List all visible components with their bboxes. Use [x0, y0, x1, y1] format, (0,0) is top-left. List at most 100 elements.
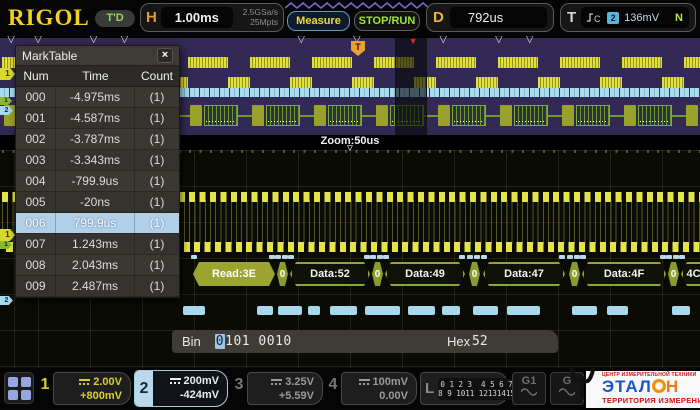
decode-frame-separator[interactable]: 0	[569, 262, 580, 286]
ch2-tick	[580, 255, 586, 259]
decode-frame-data[interactable]: Data:49	[385, 262, 465, 286]
ch1-burst-low	[476, 77, 498, 88]
bus-frame-burst	[452, 105, 486, 126]
bus-frame-lead	[686, 105, 698, 126]
mark-table-cell: 799.9us	[56, 213, 135, 234]
oscilloscope-screen: ▽▽▽▽▽▽▼▽▽▽ T Zoom:50us ▽ Read:3E0Data:52…	[0, 0, 700, 410]
mark-table-cell: (1)	[135, 276, 179, 297]
record-wave-icon	[285, 1, 433, 10]
mark-table-dialog: MarkTable × NumTimeCount 000-4.975ms(1)0…	[15, 45, 180, 298]
ch2-tick	[666, 255, 672, 259]
stop-run-button[interactable]: STOP/RUN	[354, 11, 420, 31]
bus-idle-line	[548, 115, 562, 117]
ch2-status-button[interactable]: 2 200mV -424mV	[134, 370, 228, 407]
trigger-menu-button[interactable]: T C 2 136mV N	[560, 3, 696, 32]
la-label: L	[425, 380, 434, 397]
trigger-info: C 2 136mV N	[581, 7, 689, 28]
horizontal-timebase-button[interactable]: H 1.00ms 2.5GSa/s25Mpts	[140, 3, 284, 32]
decode-frame-read[interactable]: Read:3E	[193, 262, 275, 286]
decode-frame-data[interactable]: Data:4F	[582, 262, 666, 286]
ch2-data-pulse	[442, 306, 460, 315]
ch1-burst-high	[188, 57, 228, 68]
etalon-watermark: ЦЕНТР ИЗМЕРИТЕЛЬНОЙ ТЕХНИКИ ЭТАЛН ТЕРРИТ…	[568, 368, 700, 410]
ch1-burst-low	[352, 77, 374, 88]
measure-button[interactable]: Measure	[287, 11, 350, 31]
ch2-tick	[288, 255, 294, 259]
ch1-burst-high	[684, 57, 700, 68]
mark-table-cell: (1)	[135, 171, 179, 192]
ch3-number: 3	[232, 376, 246, 394]
mark-table-row[interactable]: 004-799.9us(1)	[16, 171, 179, 192]
mark-table-row[interactable]: 005-20ns(1)	[16, 192, 179, 213]
logic-analyzer-button[interactable]: L 0 1 2 3 4 5 6 78 9 1011 12131415	[420, 372, 508, 405]
generator1-button[interactable]: G1	[512, 372, 546, 405]
decode-frame-separator[interactable]: 0	[668, 262, 679, 286]
mark-table-cell: (1)	[135, 150, 179, 171]
bin-cursor[interactable]: 0	[215, 334, 225, 349]
mark-table-cell: 009	[16, 276, 56, 297]
bus-idle-line	[610, 115, 624, 117]
mark-table-column-header: Count	[135, 69, 179, 83]
mark-table-cell: 000	[16, 87, 56, 108]
mark-table-cell: (1)	[135, 108, 179, 129]
decode-frame-separator[interactable]: 0	[469, 262, 480, 286]
mark-table-row[interactable]: 002-3.787ms(1)	[16, 129, 179, 150]
ch2-values: 200mV -424mV	[153, 371, 227, 406]
ch2-data-pulse	[330, 306, 357, 315]
ch1-number: 1	[38, 376, 52, 394]
ch2-data-pulse	[257, 306, 273, 315]
grid-squares-icon[interactable]	[4, 372, 34, 404]
bus-frame-lead	[562, 105, 574, 126]
mark-table-column-header: Num	[16, 69, 56, 83]
mark-table-row[interactable]: 003-3.343ms(1)	[16, 150, 179, 171]
globe-icon	[652, 379, 666, 393]
bus-idle-line	[486, 115, 500, 117]
dc-coupling-icon	[271, 379, 282, 385]
bus-frame-burst	[328, 105, 362, 126]
decode-frame-data[interactable]: Data:52	[290, 262, 370, 286]
mark-table-row[interactable]: 0082.043ms(1)	[16, 255, 179, 276]
mark-table-cell: (1)	[135, 234, 179, 255]
mark-table-cell: 004	[16, 171, 56, 192]
zoom-window-region[interactable]	[395, 38, 427, 135]
decode-frame-separator[interactable]: 0	[372, 262, 383, 286]
bus-idle-line	[672, 115, 686, 117]
ch2-data-pulse	[365, 306, 400, 315]
ch2-data-pulse	[507, 306, 540, 315]
trigger-level-value: 136mV	[624, 12, 659, 24]
mark-table-row[interactable]: 006799.9us(1)	[16, 213, 179, 234]
ch1-burst-high	[312, 57, 352, 68]
mark-table-cell: 002	[16, 129, 56, 150]
la-channel-numbers: 0 1 2 3 4 5 6 78 9 1011 12131415	[438, 378, 515, 400]
decode-frame-data[interactable]: Data:47	[483, 262, 565, 286]
bin-value: 0101 0010	[215, 334, 292, 349]
decode-frame-separator[interactable]: 0	[277, 262, 288, 286]
bus-frame-lead	[438, 105, 450, 126]
mark-table-row[interactable]: 000-4.975ms(1)	[16, 87, 179, 108]
mark-table-row[interactable]: 0071.243ms(1)	[16, 234, 179, 255]
trigger-position-icon[interactable]: T	[351, 41, 365, 56]
close-icon[interactable]: ×	[157, 48, 173, 63]
mark-table-cell: 008	[16, 255, 56, 276]
ch1-burst-low	[600, 77, 622, 88]
bus-frame-burst	[576, 105, 610, 126]
ch2-tick	[567, 255, 573, 259]
selected-mark-icon[interactable]: ▼	[409, 35, 418, 47]
decode-value-readout[interactable]: Bin 0101 0010 Hex 52	[172, 330, 558, 353]
decode-frame-data[interactable]: 4C	[681, 262, 700, 286]
d-label: D	[433, 9, 444, 26]
dc-coupling-icon	[170, 378, 181, 384]
ch4-status-button[interactable]: 100mV 0.00V	[341, 372, 417, 405]
t-label: T	[567, 9, 576, 26]
mark-table-cell: (1)	[135, 87, 179, 108]
bus-frame-burst	[638, 105, 672, 126]
ch2-data-pulse	[278, 306, 302, 315]
bus-frame-lead	[624, 105, 636, 126]
mark-table-titlebar: MarkTable ×	[16, 46, 179, 66]
mark-table-row[interactable]: 0092.487ms(1)	[16, 276, 179, 297]
mark-table-row[interactable]: 001-4.587ms(1)	[16, 108, 179, 129]
delay-button[interactable]: D 792us	[426, 3, 554, 32]
ch2-tick	[679, 255, 685, 259]
ch1-status-button[interactable]: 2.00V +800mV	[53, 372, 131, 405]
ch3-status-button[interactable]: 3.25V +5.59V	[247, 372, 323, 405]
